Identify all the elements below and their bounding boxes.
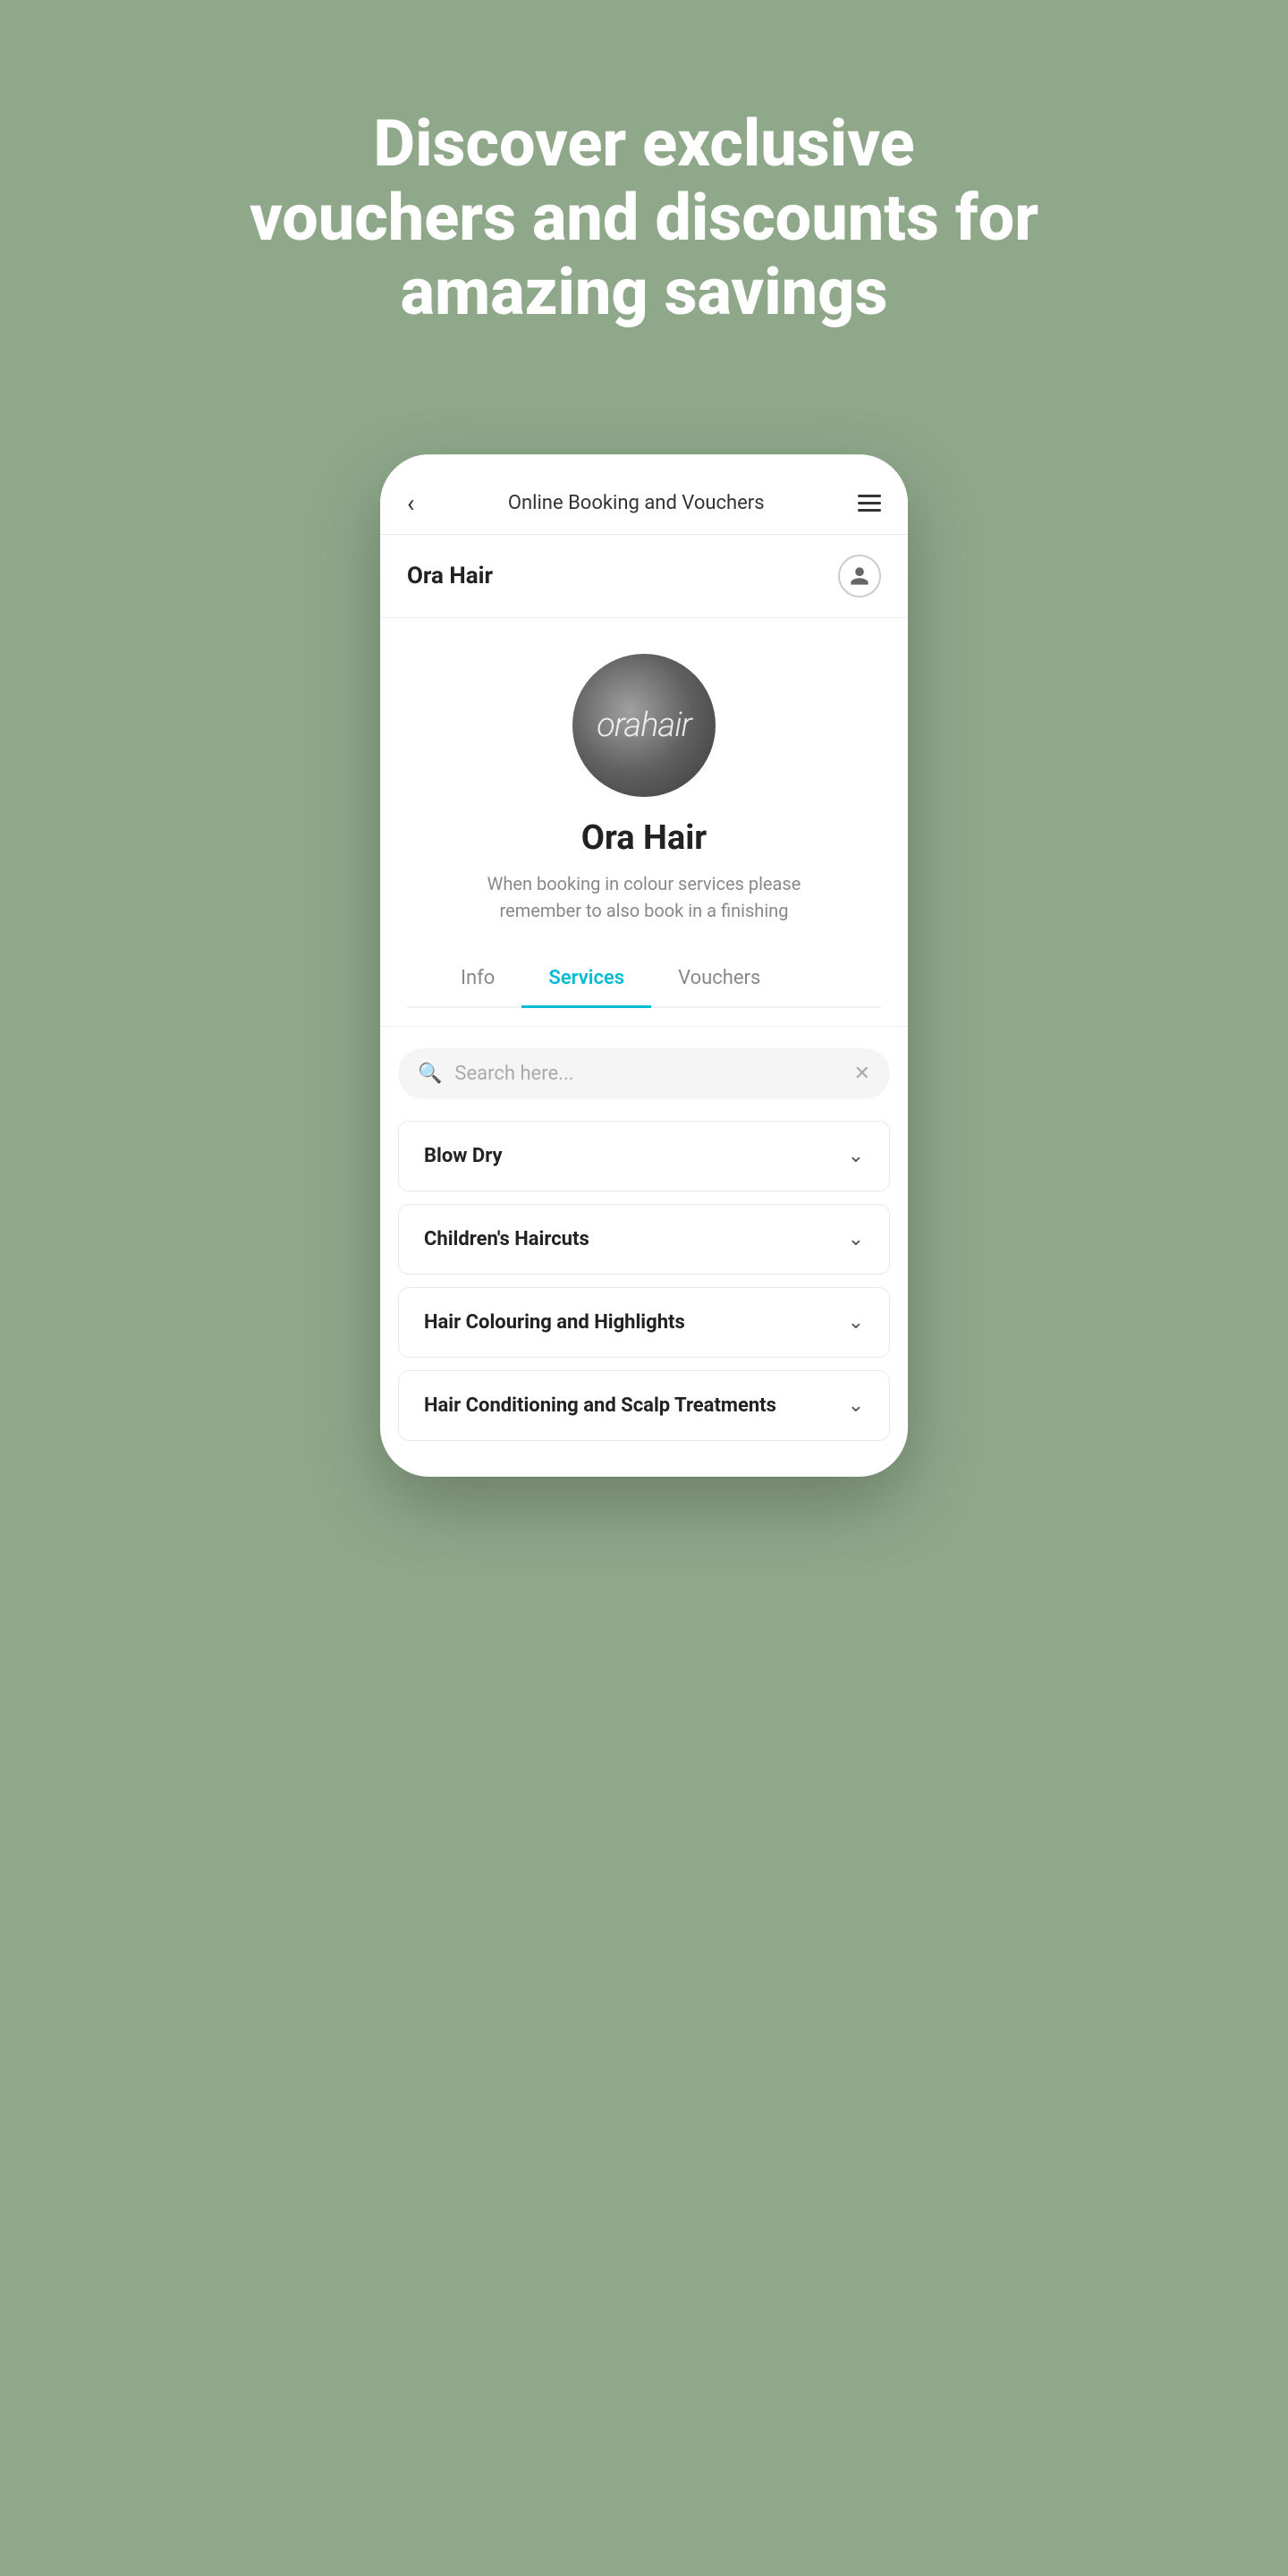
- chevron-down-icon: ⌄: [848, 1311, 864, 1334]
- hero-heading: Discover exclusive vouchers and discount…: [242, 107, 1046, 329]
- user-icon: [849, 565, 870, 587]
- tab-services[interactable]: Services: [521, 951, 651, 1008]
- service-item-childrens-haircuts[interactable]: Children's Haircuts ⌄: [398, 1204, 890, 1275]
- tab-bar: Info Services Vouchers: [407, 951, 881, 1008]
- user-profile-button[interactable]: [838, 555, 881, 597]
- chevron-down-icon: ⌄: [848, 1394, 864, 1417]
- nav-bar: ‹ Online Booking and Vouchers: [380, 472, 908, 535]
- search-icon: 🔍: [418, 1063, 442, 1085]
- menu-button[interactable]: [858, 495, 881, 512]
- service-item-hair-conditioning[interactable]: Hair Conditioning and Scalp Treatments ⌄: [398, 1370, 890, 1441]
- nav-title: Online Booking and Vouchers: [508, 492, 765, 514]
- status-bar: [380, 454, 908, 472]
- tab-vouchers[interactable]: Vouchers: [651, 951, 787, 1008]
- profile-description: When booking in colour services please r…: [456, 870, 832, 924]
- profile-section: orahair Ora Hair When booking in colour …: [380, 618, 908, 1027]
- menu-line-1: [858, 495, 881, 497]
- avatar-text: orahair: [597, 706, 691, 745]
- back-button[interactable]: ‹: [407, 488, 414, 518]
- chevron-down-icon: ⌄: [848, 1145, 864, 1167]
- chevron-down-icon: ⌄: [848, 1228, 864, 1250]
- search-bar[interactable]: 🔍 Search here... ✕: [398, 1048, 890, 1099]
- service-item-hair-colouring[interactable]: Hair Colouring and Highlights ⌄: [398, 1287, 890, 1358]
- service-label: Hair Colouring and Highlights: [424, 1311, 685, 1334]
- phone-mockup: ‹ Online Booking and Vouchers Ora Hair o…: [380, 454, 908, 1477]
- service-label: Blow Dry: [424, 1145, 503, 1167]
- menu-line-2: [858, 502, 881, 504]
- menu-line-3: [858, 509, 881, 512]
- profile-name: Ora Hair: [581, 818, 707, 858]
- services-list: Blow Dry ⌄ Children's Haircuts ⌄ Hair Co…: [380, 1121, 908, 1477]
- app-header: Ora Hair: [380, 535, 908, 618]
- search-input[interactable]: Search here...: [454, 1063, 841, 1085]
- service-label: Children's Haircuts: [424, 1228, 589, 1250]
- search-clear-button[interactable]: ✕: [854, 1063, 870, 1085]
- brand-name: Ora Hair: [407, 563, 493, 589]
- service-item-blow-dry[interactable]: Blow Dry ⌄: [398, 1121, 890, 1191]
- profile-avatar: orahair: [572, 654, 716, 797]
- service-label: Hair Conditioning and Scalp Treatments: [424, 1394, 776, 1417]
- tab-info[interactable]: Info: [434, 951, 521, 1008]
